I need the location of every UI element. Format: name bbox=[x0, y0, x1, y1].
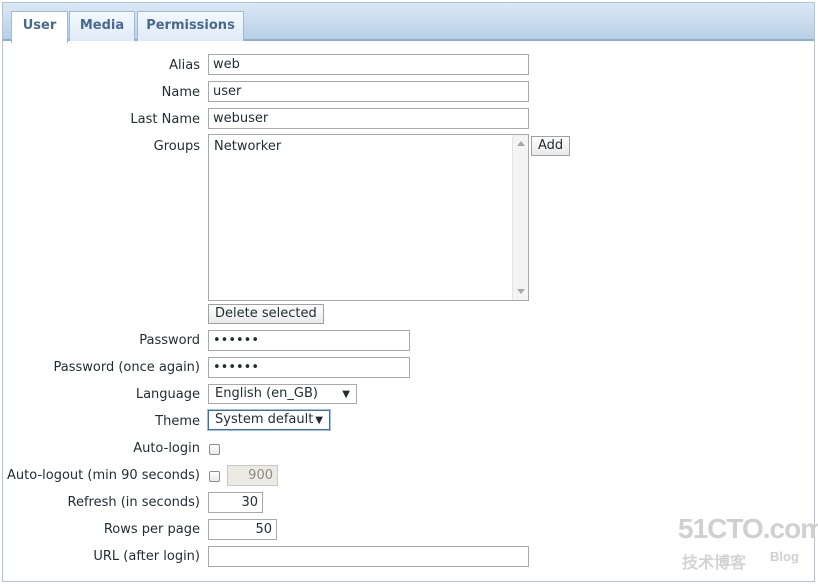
name-label: Name bbox=[161, 85, 200, 100]
password-label: Password bbox=[139, 333, 200, 348]
add-group-button[interactable]: Add bbox=[531, 136, 571, 156]
rows-per-page-input[interactable]: 50 bbox=[208, 519, 277, 540]
auto-logout-checkbox[interactable] bbox=[209, 471, 220, 482]
url-label: URL (after login) bbox=[93, 549, 200, 564]
watermark-main: 51CTO.com bbox=[678, 513, 818, 544]
auto-login-checkbox[interactable] bbox=[209, 444, 220, 455]
groups-scrollbar[interactable] bbox=[512, 135, 528, 300]
auto-logout-input[interactable]: 900 bbox=[227, 465, 278, 486]
auto-login-label: Auto-login bbox=[133, 441, 200, 456]
groups-label: Groups bbox=[153, 139, 200, 154]
last-name-input[interactable]: webuser bbox=[208, 108, 529, 129]
url-input[interactable] bbox=[208, 546, 529, 567]
scroll-up-icon[interactable] bbox=[517, 141, 525, 146]
theme-select[interactable]: System default ▼ bbox=[207, 409, 331, 431]
theme-label: Theme bbox=[155, 414, 200, 429]
alias-label: Alias bbox=[169, 58, 200, 73]
password-again-label: Password (once again) bbox=[53, 360, 200, 375]
tab-permissions[interactable]: Permissions bbox=[137, 11, 244, 41]
language-label: Language bbox=[135, 387, 200, 402]
language-select-value: English (en_GB) bbox=[215, 386, 318, 401]
name-input[interactable]: user bbox=[208, 81, 529, 102]
auto-logout-label: Auto-logout (min 90 seconds) bbox=[7, 468, 200, 483]
watermark-blog: Blog bbox=[770, 549, 799, 564]
dropdown-arrow-icon: ▼ bbox=[342, 389, 350, 400]
password-input[interactable]: •••••• bbox=[208, 330, 410, 351]
refresh-input[interactable]: 30 bbox=[208, 492, 263, 513]
list-item[interactable]: Networker bbox=[214, 139, 281, 154]
alias-input[interactable]: web bbox=[208, 54, 529, 75]
rows-per-page-label: Rows per page bbox=[103, 522, 200, 537]
last-name-label: Last Name bbox=[130, 112, 200, 127]
tab-media[interactable]: Media bbox=[69, 11, 135, 41]
groups-listbox[interactable]: Networker bbox=[208, 134, 529, 301]
language-select[interactable]: English (en_GB) ▼ bbox=[208, 384, 357, 404]
delete-selected-button[interactable]: Delete selected bbox=[208, 304, 324, 324]
watermark-logo: 51CTO.com 技术博客 Blog bbox=[678, 513, 818, 573]
dropdown-arrow-icon: ▼ bbox=[315, 415, 323, 426]
password-again-input[interactable]: •••••• bbox=[208, 357, 410, 378]
tab-bar: User Media Permissions bbox=[3, 3, 814, 43]
tab-user[interactable]: User bbox=[11, 11, 68, 43]
theme-select-value: System default bbox=[215, 412, 314, 427]
watermark-sub: 技术博客 bbox=[682, 553, 747, 572]
scroll-down-icon[interactable] bbox=[517, 289, 525, 294]
refresh-label: Refresh (in seconds) bbox=[67, 495, 201, 510]
